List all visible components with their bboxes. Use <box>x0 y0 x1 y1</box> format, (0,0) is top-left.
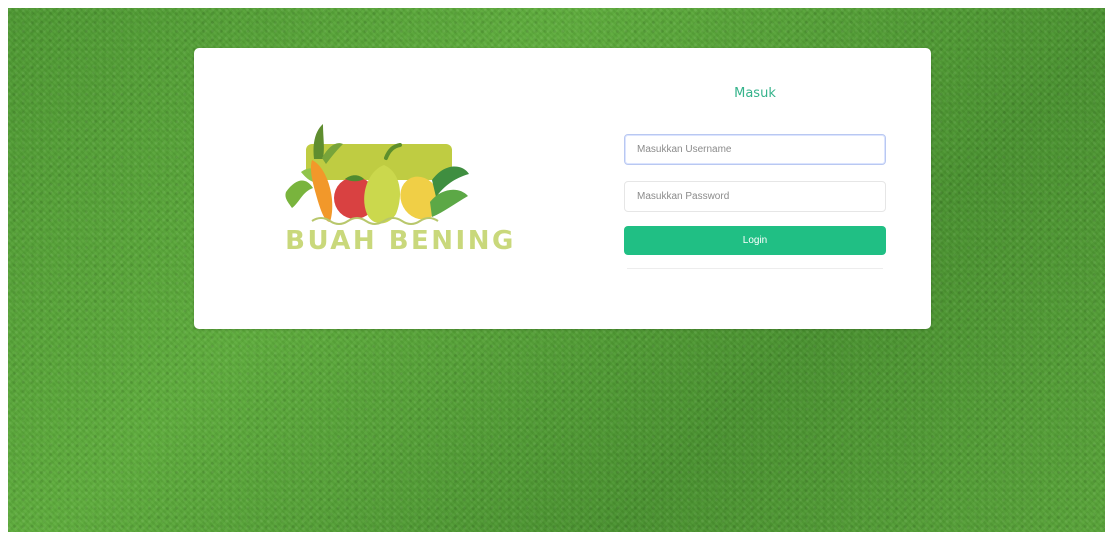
brand-area: BUAH BENING <box>234 110 564 280</box>
login-button[interactable]: Login <box>624 226 886 255</box>
login-form: Masuk Login <box>624 86 886 286</box>
grass-background: BUAH BENING Masuk Login <box>8 8 1105 532</box>
form-divider <box>627 268 883 269</box>
username-input[interactable] <box>624 134 886 165</box>
brand-name: BUAH BENING <box>285 226 516 256</box>
login-title: Masuk <box>734 86 776 101</box>
password-input[interactable] <box>624 181 886 212</box>
fruit-vegetable-logo <box>285 124 469 225</box>
login-card: BUAH BENING Masuk Login <box>194 48 931 329</box>
